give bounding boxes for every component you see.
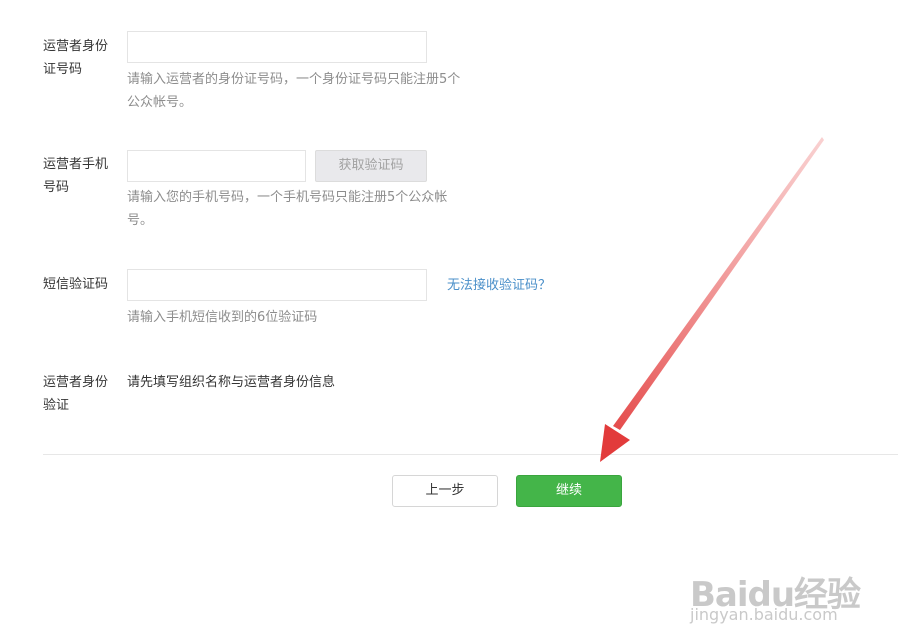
page: { "form": { "id_number": { "label_line1"… (0, 0, 898, 643)
watermark-url: jingyan.baidu.com (690, 605, 838, 624)
arrow-head-icon (600, 424, 630, 462)
baidu-jingyan-watermark: Baidu经验 jingyan.baidu.com (690, 545, 890, 635)
arrow-shaft (613, 137, 824, 430)
